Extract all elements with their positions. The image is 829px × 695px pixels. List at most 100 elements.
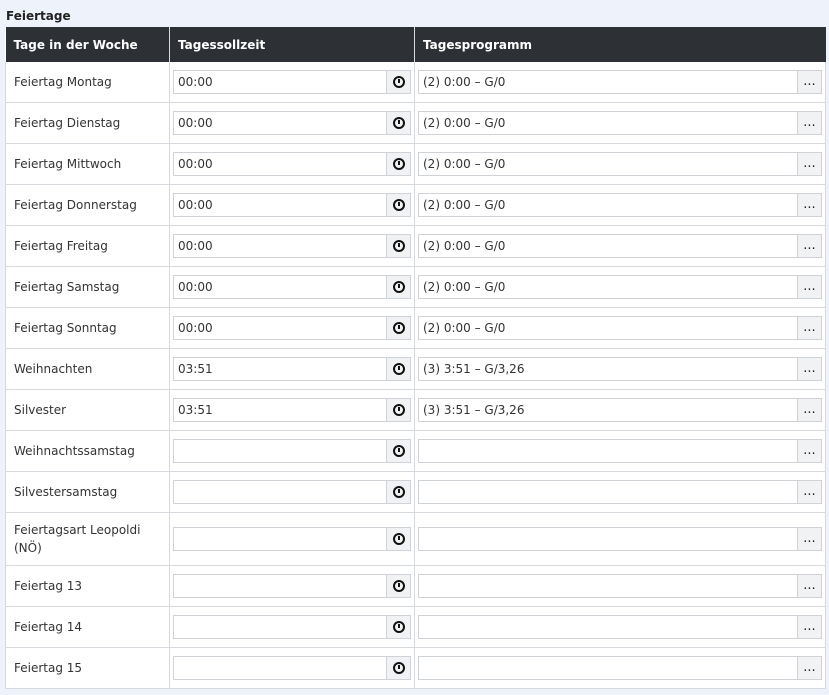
target-time-cell: 00:00 (169, 266, 415, 308)
program-picker-button[interactable]: ... (797, 481, 821, 503)
target-time-input[interactable]: 00:00 (174, 276, 386, 298)
program-picker-button[interactable]: ... (797, 657, 821, 679)
time-picker-button[interactable] (386, 71, 410, 93)
target-time-input[interactable] (174, 657, 386, 679)
day-program-field: ... (418, 656, 822, 680)
day-program-field: (2) 0:00 – G/0 ... (418, 275, 822, 299)
time-picker-button[interactable] (386, 481, 410, 503)
time-picker-button[interactable] (386, 112, 410, 134)
day-program-cell: (2) 0:00 – G/0 ... (414, 102, 826, 144)
target-time-field: 00:00 (173, 275, 411, 299)
time-picker-button[interactable] (386, 235, 410, 257)
target-time-input[interactable] (174, 616, 386, 638)
day-program-input[interactable] (419, 657, 797, 679)
day-program-cell: (2) 0:00 – G/0 ... (414, 184, 826, 226)
day-program-input[interactable]: (2) 0:00 – G/0 (419, 71, 797, 93)
program-picker-button[interactable]: ... (797, 235, 821, 257)
day-program-input[interactable]: (2) 0:00 – G/0 (419, 194, 797, 216)
target-time-input[interactable] (174, 575, 386, 597)
target-time-cell (169, 647, 415, 689)
clock-icon (392, 662, 405, 674)
column-header-target-time: Tagessollzeit (169, 27, 415, 62)
ellipsis-icon: ... (803, 320, 816, 335)
target-time-field: 00:00 (173, 234, 411, 258)
target-time-input[interactable]: 00:00 (174, 317, 386, 339)
day-program-input[interactable] (419, 575, 797, 597)
day-program-input[interactable]: (2) 0:00 – G/0 (419, 153, 797, 175)
program-picker-button[interactable]: ... (797, 112, 821, 134)
target-time-input[interactable]: 00:00 (174, 235, 386, 257)
time-picker-button[interactable] (386, 153, 410, 175)
day-program-cell: (3) 3:51 – G/3,26 ... (414, 389, 826, 431)
time-picker-button[interactable] (386, 575, 410, 597)
table-row: Feiertag 13 ... (5, 565, 826, 607)
target-time-input[interactable]: 00:00 (174, 194, 386, 216)
program-picker-button[interactable]: ... (797, 575, 821, 597)
program-picker-button[interactable]: ... (797, 399, 821, 421)
ellipsis-icon: ... (803, 156, 816, 171)
target-time-input[interactable]: 03:51 (174, 358, 386, 380)
target-time-field: 03:51 (173, 398, 411, 422)
ellipsis-icon: ... (803, 402, 816, 417)
clock-icon (392, 117, 405, 129)
target-time-input[interactable] (174, 528, 386, 550)
day-program-field: (3) 3:51 – G/3,26 ... (418, 357, 822, 381)
clock-icon (392, 158, 405, 170)
target-time-input[interactable]: 00:00 (174, 153, 386, 175)
time-picker-button[interactable] (386, 317, 410, 339)
day-program-cell: ... (414, 471, 826, 513)
program-picker-button[interactable]: ... (797, 153, 821, 175)
day-program-input[interactable] (419, 616, 797, 638)
time-picker-button[interactable] (386, 657, 410, 679)
program-picker-button[interactable]: ... (797, 194, 821, 216)
clock-icon (392, 621, 405, 633)
time-picker-button[interactable] (386, 440, 410, 462)
time-picker-button[interactable] (386, 276, 410, 298)
clock-icon (392, 240, 405, 252)
clock-icon (392, 486, 405, 498)
day-program-input[interactable]: (2) 0:00 – G/0 (419, 276, 797, 298)
program-picker-button[interactable]: ... (797, 71, 821, 93)
day-program-input[interactable] (419, 440, 797, 462)
program-picker-button[interactable]: ... (797, 528, 821, 550)
section-title: Feiertage (6, 9, 71, 23)
program-picker-button[interactable]: ... (797, 317, 821, 339)
day-program-field: ... (418, 480, 822, 504)
target-time-cell (169, 430, 415, 472)
program-picker-button[interactable]: ... (797, 276, 821, 298)
day-program-field: ... (418, 615, 822, 639)
day-program-field: (2) 0:00 – G/0 ... (418, 152, 822, 176)
day-program-input[interactable]: (3) 3:51 – G/3,26 (419, 399, 797, 421)
day-program-input[interactable] (419, 528, 797, 550)
day-program-input[interactable] (419, 481, 797, 503)
day-program-field: (2) 0:00 – G/0 ... (418, 316, 822, 340)
table-row: Feiertag Mittwoch 00:00 (2) 0:00 – G/0 .… (5, 143, 826, 185)
day-program-field: (2) 0:00 – G/0 ... (418, 70, 822, 94)
target-time-input[interactable]: 00:00 (174, 71, 386, 93)
program-picker-button[interactable]: ... (797, 616, 821, 638)
target-time-input[interactable] (174, 481, 386, 503)
target-time-field (173, 527, 411, 551)
time-picker-button[interactable] (386, 616, 410, 638)
day-program-input[interactable]: (2) 0:00 – G/0 (419, 112, 797, 134)
day-label: Feiertag 14 (5, 606, 170, 648)
target-time-input[interactable]: 03:51 (174, 399, 386, 421)
program-picker-button[interactable]: ... (797, 358, 821, 380)
target-time-input[interactable] (174, 440, 386, 462)
day-program-input[interactable]: (2) 0:00 – G/0 (419, 317, 797, 339)
time-picker-button[interactable] (386, 358, 410, 380)
clock-icon (392, 580, 405, 592)
ellipsis-icon: ... (803, 279, 816, 294)
program-picker-button[interactable]: ... (797, 440, 821, 462)
time-picker-button[interactable] (386, 194, 410, 216)
time-picker-button[interactable] (386, 399, 410, 421)
day-program-cell: (2) 0:00 – G/0 ... (414, 62, 826, 103)
target-time-field (173, 574, 411, 598)
target-time-cell: 03:51 (169, 348, 415, 390)
target-time-input[interactable]: 00:00 (174, 112, 386, 134)
day-program-field: ... (418, 527, 822, 551)
day-program-field: ... (418, 439, 822, 463)
day-program-input[interactable]: (2) 0:00 – G/0 (419, 235, 797, 257)
time-picker-button[interactable] (386, 528, 410, 550)
day-program-input[interactable]: (3) 3:51 – G/3,26 (419, 358, 797, 380)
